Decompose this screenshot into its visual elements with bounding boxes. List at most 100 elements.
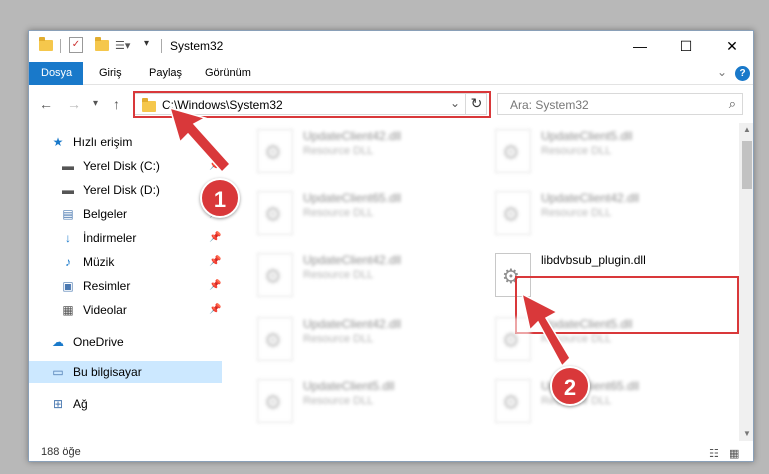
customize-icon[interactable]: ☰▾ xyxy=(115,39,130,57)
window-title: System32 xyxy=(170,39,224,53)
dll-file-icon xyxy=(495,317,531,361)
status-bar: 188 öğe ☷ ▦ xyxy=(29,441,753,461)
sidebar-item-network[interactable]: ⊞ Ağ xyxy=(29,393,222,415)
item-count: 188 öğe xyxy=(41,446,81,458)
sidebar-item-local-disk-c[interactable]: ▬ Yerel Disk (C:) 📌 xyxy=(29,155,222,177)
file-item[interactable]: UpdateClient65.dll Resource DLL xyxy=(243,185,463,243)
up-arrow-icon[interactable]: ↑ xyxy=(113,96,120,112)
file-name: UpdateClient42.dll xyxy=(541,191,640,205)
sidebar-item-downloads[interactable]: ↓ İndirmeler 📌 xyxy=(29,227,222,249)
file-type: Resource DLL xyxy=(303,145,374,157)
network-icon: ⊞ xyxy=(52,397,64,411)
minimize-button[interactable]: — xyxy=(617,31,663,62)
file-item[interactable]: UpdateClient42.dll Resource DLL xyxy=(243,311,463,369)
file-item[interactable]: UpdateClient5.dll Resource DLL xyxy=(481,123,701,181)
file-list: UpdateClient42.dll Resource DLL UpdateCl… xyxy=(233,123,739,441)
sidebar-item-documents[interactable]: ▤ Belgeler 📌 xyxy=(29,203,222,225)
pin-icon: 📌 xyxy=(209,256,222,267)
collapse-ribbon-icon[interactable]: ⌄ xyxy=(717,65,727,79)
sidebar-item-quick-access[interactable]: ★ Hızlı erişim xyxy=(29,131,222,153)
search-input[interactable]: Ara: System32 xyxy=(510,98,589,112)
sidebar-item-label: Resimler xyxy=(83,279,131,293)
scroll-thumb[interactable] xyxy=(742,141,752,189)
file-name: UpdateClient5.dll xyxy=(541,317,633,331)
tab-gorunum[interactable]: Görünüm xyxy=(193,62,263,85)
dll-file-icon xyxy=(257,191,293,235)
sidebar-item-label: OneDrive xyxy=(73,335,124,349)
sidebar-item-label: Videolar xyxy=(83,303,127,317)
file-name: UpdateClient42.dll xyxy=(303,317,402,331)
sidebar-item-onedrive[interactable]: ☁ OneDrive xyxy=(29,331,222,353)
sidebar-item-pictures[interactable]: ▣ Resimler 📌 xyxy=(29,275,222,297)
dll-file-icon xyxy=(257,379,293,423)
pin-icon: 📌 xyxy=(209,280,222,291)
file-item[interactable]: UpdateClient5.dll Resource DLL xyxy=(243,373,463,431)
back-arrow-icon[interactable]: ← xyxy=(39,96,53,112)
address-highlight-box xyxy=(133,91,491,118)
address-row: ← → ▾ ↑ C:\Windows\System32 ⌄ ↻ Ara: Sys… xyxy=(29,85,753,123)
sidebar-item-this-pc[interactable]: ▭ Bu bilgisayar xyxy=(29,361,222,383)
star-icon: ★ xyxy=(52,135,64,149)
title-bar: ✓ ☰▾ ▾ System32 — ☐ ✕ xyxy=(29,31,753,62)
file-item[interactable]: UpdateClient5.dll Resource DLL xyxy=(481,311,701,369)
documents-icon: ▤ xyxy=(62,207,74,221)
file-name: UpdateClient65.dll xyxy=(303,191,402,205)
drive-icon: ▬ xyxy=(62,183,74,197)
sidebar-item-videos[interactable]: ▦ Videolar 📌 xyxy=(29,299,222,321)
pictures-icon: ▣ xyxy=(62,279,74,293)
pin-icon: 📌 xyxy=(209,304,222,315)
file-item[interactable]: UpdateClient65.dll Resource DLL xyxy=(481,373,701,431)
dll-file-icon xyxy=(257,253,293,297)
dll-file-icon xyxy=(495,129,531,173)
file-explorer-window: ✓ ☰▾ ▾ System32 — ☐ ✕ Dosya Giriş Paylaş… xyxy=(28,30,754,462)
forward-arrow-icon[interactable]: → xyxy=(67,96,81,112)
file-item[interactable]: UpdateClient42.dll Resource DLL xyxy=(243,123,463,181)
sidebar-item-label: Müzik xyxy=(83,255,115,269)
navigation-pane: ★ Hızlı erişim ▬ Yerel Disk (C:) 📌 ▬ Yer… xyxy=(29,123,222,441)
folder-icon[interactable] xyxy=(39,37,53,51)
file-type: Resource DLL xyxy=(303,333,374,345)
dll-file-icon xyxy=(495,379,531,423)
computer-icon: ▭ xyxy=(52,365,64,379)
divider xyxy=(60,39,61,53)
maximize-button[interactable]: ☐ xyxy=(663,31,709,62)
tab-giris[interactable]: Giriş xyxy=(87,62,134,85)
sidebar-item-label: Belgeler xyxy=(83,207,128,221)
properties-icon[interactable]: ✓ xyxy=(69,37,83,53)
scroll-up-icon[interactable]: ▲ xyxy=(739,123,753,137)
large-icons-view-icon[interactable]: ▦ xyxy=(729,447,739,460)
new-folder-icon[interactable] xyxy=(95,37,109,51)
dll-file-icon xyxy=(495,191,531,235)
tab-paylas[interactable]: Paylaş xyxy=(137,62,194,85)
details-view-icon[interactable]: ☷ xyxy=(709,447,719,460)
tab-dosya[interactable]: Dosya xyxy=(29,62,83,85)
sidebar-item-label: Hızlı erişim xyxy=(73,135,133,149)
file-name: UpdateClient42.dll xyxy=(303,129,402,143)
file-item[interactable]: UpdateClient42.dll Resource DLL xyxy=(481,185,701,243)
help-icon[interactable]: ? xyxy=(735,66,750,81)
recent-locations-icon[interactable]: ▾ xyxy=(93,98,98,109)
file-type: Resource DLL xyxy=(303,395,374,407)
sidebar-item-label: Ağ xyxy=(73,397,88,411)
file-name: UpdateClient5.dll xyxy=(541,129,633,143)
step-marker-2: 2 xyxy=(550,366,590,406)
sidebar-item-label: Bu bilgisayar xyxy=(73,365,142,379)
file-item[interactable]: UpdateClient42.dll Resource DLL xyxy=(243,247,463,305)
drive-icon: ▬ xyxy=(62,159,74,173)
vertical-scrollbar[interactable]: ▲ ▼ xyxy=(739,123,753,441)
divider xyxy=(161,39,162,53)
sidebar-item-label: İndirmeler xyxy=(83,231,137,245)
chevron-down-icon[interactable]: ▾ xyxy=(144,38,149,56)
sidebar-item-label: Yerel Disk (C:) xyxy=(83,159,160,173)
sidebar-item-music[interactable]: ♪ Müzik 📌 xyxy=(29,251,222,273)
close-button[interactable]: ✕ xyxy=(709,31,753,62)
file-type: Resource DLL xyxy=(541,207,612,219)
sidebar-item-local-disk-d[interactable]: ▬ Yerel Disk (D:) xyxy=(29,179,222,201)
dll-file-icon xyxy=(257,129,293,173)
ribbon-tabs: Dosya Giriş Paylaş Görünüm ⌄ ? xyxy=(29,62,753,85)
download-icon: ↓ xyxy=(65,231,71,245)
scroll-down-icon[interactable]: ▼ xyxy=(739,427,753,441)
search-box[interactable]: Ara: System32 ⌕ xyxy=(497,93,743,115)
step-marker-1: 1 xyxy=(200,178,240,218)
sidebar-item-label: Yerel Disk (D:) xyxy=(83,183,160,197)
